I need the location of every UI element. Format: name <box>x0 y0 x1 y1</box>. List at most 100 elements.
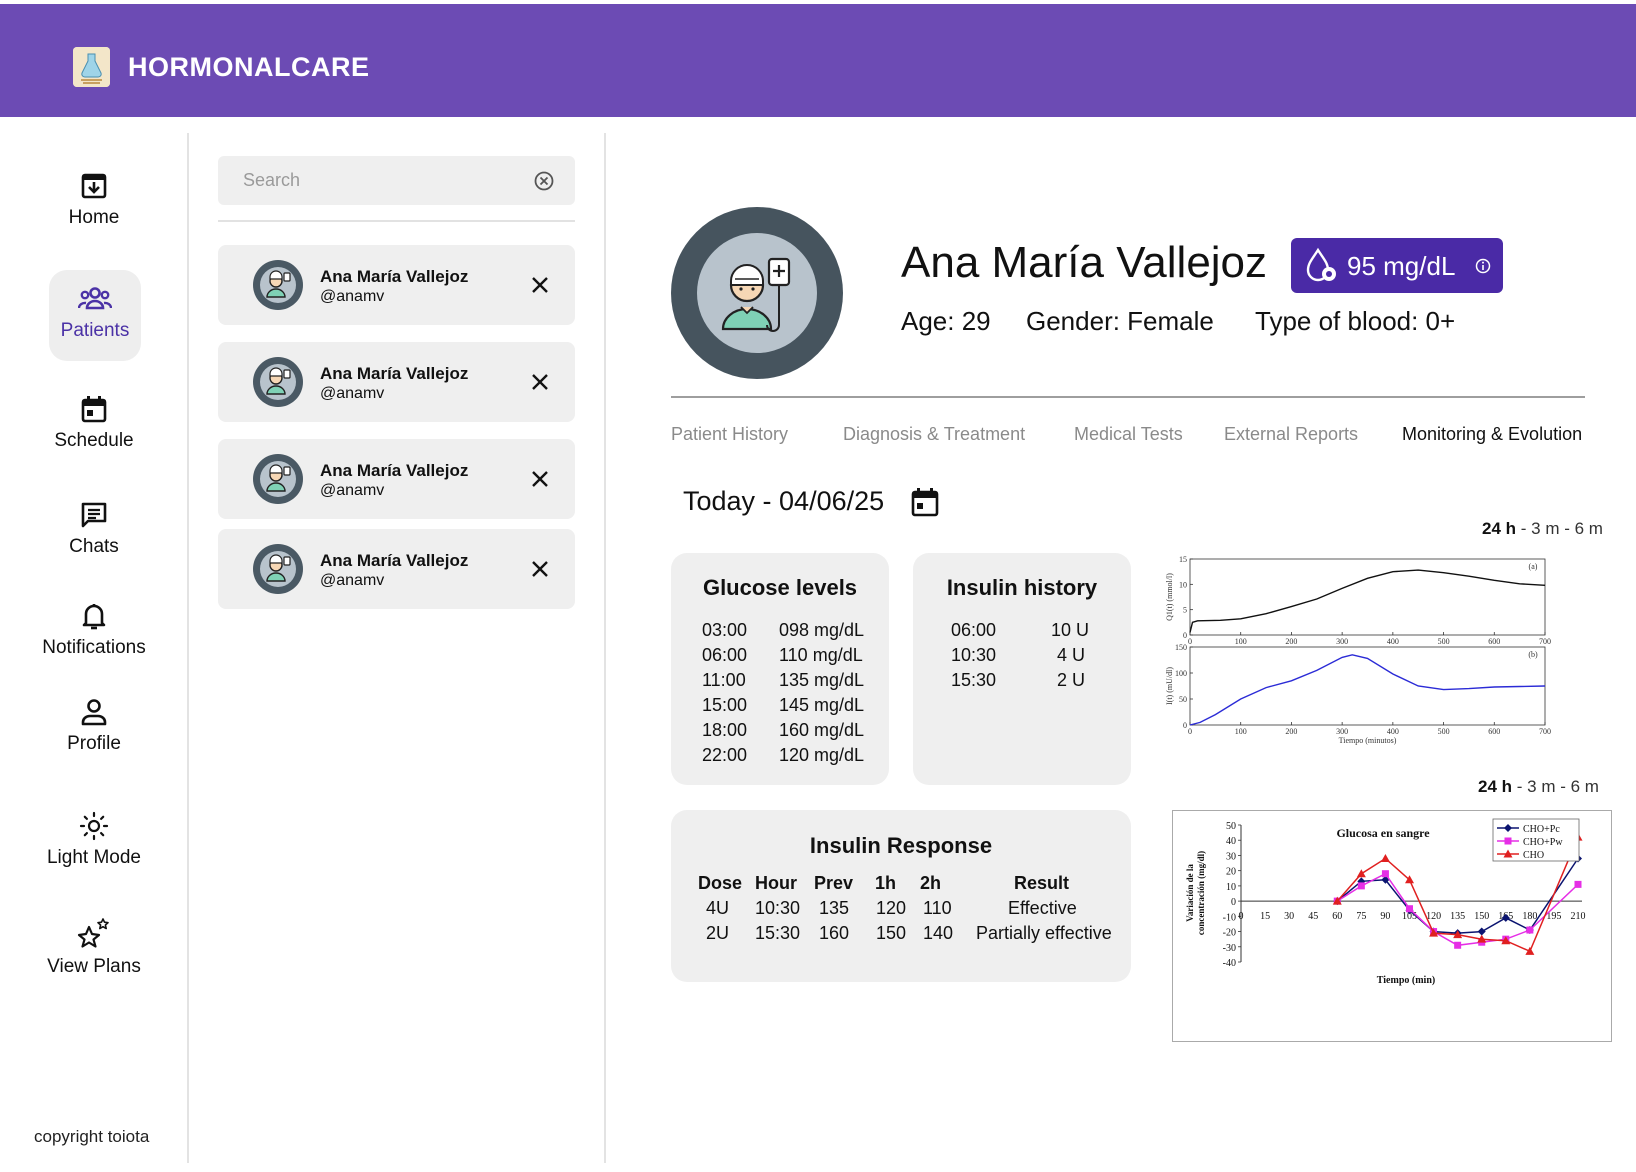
nav-label-schedule: Schedule <box>54 430 134 451</box>
chart-title: Glucosa en sangre <box>1336 826 1430 840</box>
patient-card[interactable]: Ana María Vallejoz @anamv <box>218 245 575 325</box>
x-axis-label: Tiempo (min) <box>1377 975 1435 986</box>
y-tick-label: 0 <box>1231 897 1236 908</box>
copyright-text: copyright toiota <box>34 1127 150 1146</box>
x-tick-label: 500 <box>1438 727 1450 736</box>
nav-item-schedule[interactable]: Schedule <box>14 394 174 452</box>
range-active[interactable]: 24 h <box>1478 777 1512 796</box>
range-selector[interactable]: 24 h - 3 m - 6 m <box>1478 777 1599 797</box>
close-icon[interactable] <box>530 275 550 295</box>
tab-monitoring-evolution[interactable]: Monitoring & Evolution <box>1402 424 1582 445</box>
series-line <box>1189 569 1546 633</box>
y-tick-label: 0 <box>1183 631 1187 640</box>
table-cell: 135 <box>819 898 850 918</box>
y-tick-label: 5 <box>1183 606 1187 615</box>
patient-card[interactable]: Ana María Vallejoz @anamv <box>218 529 575 609</box>
x-tick-label: 100 <box>1235 727 1247 736</box>
x-tick-label: 400 <box>1387 637 1399 646</box>
x-tick-label: 135 <box>1450 911 1465 922</box>
glucose-time: 03:00 <box>702 620 748 640</box>
avatar <box>253 454 303 504</box>
x-tick-label: 300 <box>1336 637 1348 646</box>
x-tick-label: 75 <box>1356 911 1366 922</box>
patient-handle: @anamv <box>320 572 385 589</box>
table-cell: 120 <box>876 898 907 918</box>
nav-label-notifications: Notifications <box>42 637 146 658</box>
patient-handle: @anamv <box>320 288 385 305</box>
x-tick-label: 90 <box>1380 911 1390 922</box>
close-icon[interactable] <box>530 469 550 489</box>
close-icon[interactable] <box>530 372 550 392</box>
close-icon[interactable] <box>530 559 550 579</box>
glucose-levels-title: Glucose levels <box>702 575 858 600</box>
x-tick-label: 100 <box>1235 637 1247 646</box>
range-options[interactable]: - 3 m - 6 m <box>1516 519 1603 538</box>
x-tick-label: 600 <box>1488 727 1500 736</box>
search-input[interactable] <box>218 156 518 205</box>
glucose-value: 135 mg/dL <box>779 670 865 690</box>
x-tick-label: 15 <box>1260 911 1270 922</box>
patient-avatar-icon <box>266 464 291 492</box>
range-active[interactable]: 24 h <box>1482 519 1516 538</box>
nav-item-light-mode[interactable]: Light Mode <box>14 811 174 869</box>
x-tick-label: 150 <box>1474 911 1489 922</box>
bell-icon <box>82 604 106 630</box>
clear-search-icon[interactable] <box>533 170 555 192</box>
flask-logo-icon <box>73 47 110 87</box>
app-logo[interactable] <box>73 47 110 87</box>
plot-frame <box>1189 558 1546 636</box>
patient-card[interactable]: Ana María Vallejoz @anamv <box>218 342 575 422</box>
x-tick-label: 700 <box>1539 637 1551 646</box>
calendar-icon[interactable] <box>911 487 939 517</box>
user-icon <box>81 699 107 726</box>
data-point <box>1526 926 1534 934</box>
x-tick-label: 30 <box>1284 911 1294 922</box>
nav-item-notifications[interactable]: Notifications <box>14 601 174 659</box>
blood-glucose-chart-svg: Glucosa en sangre50403020100-10-20-30-40… <box>1185 818 1586 986</box>
glucose-badge[interactable]: 95 mg/dL <box>1291 238 1503 293</box>
nav-item-home[interactable]: Home <box>14 171 174 229</box>
calendar-icon <box>81 396 107 423</box>
table-cell: 4U <box>706 898 730 918</box>
tab-external-reports[interactable]: External Reports <box>1224 424 1358 445</box>
data-point <box>1525 946 1535 955</box>
x-axis-label: Tiempo (minutos) <box>1339 736 1397 745</box>
column-header: Hour <box>755 873 797 893</box>
nav-item-view-plans[interactable]: View Plans <box>14 918 174 978</box>
patient-name-heading: Ana María Vallejoz <box>901 238 1268 287</box>
x-tick-label: 210 <box>1571 911 1586 922</box>
tab-medical-tests[interactable]: Medical Tests <box>1074 424 1183 445</box>
series-line <box>1189 654 1546 726</box>
patient-name: Ana María Vallejoz <box>320 461 469 480</box>
nav-item-chats[interactable]: Chats <box>14 500 174 558</box>
insulin-time: 15:30 <box>951 670 997 690</box>
x-tick-label: 300 <box>1336 727 1348 736</box>
table-cell: 110 <box>923 898 952 918</box>
y-tick-label: 150 <box>1175 643 1187 652</box>
y-tick-label: 40 <box>1226 836 1236 847</box>
header-divider <box>671 396 1585 398</box>
nav-item-patients[interactable]: Patients <box>49 270 141 361</box>
patient-handle: @anamv <box>320 482 385 499</box>
table-cell: 2U <box>706 923 730 943</box>
patient-card[interactable]: Ana María Vallejoz @anamv <box>218 439 575 519</box>
x-tick-label: 600 <box>1488 637 1500 646</box>
y-tick-label: 30 <box>1226 851 1236 862</box>
glucose-time: 06:00 <box>702 645 748 665</box>
info-icon[interactable] <box>1475 258 1491 274</box>
search-box <box>218 156 575 205</box>
range-options[interactable]: - 3 m - 6 m <box>1512 777 1599 796</box>
table-cell: Partially effective <box>976 923 1112 943</box>
range-selector[interactable]: 24 h - 3 m - 6 m <box>1482 519 1603 539</box>
tab-diagnosis-treatment[interactable]: Diagnosis & Treatment <box>843 424 1025 445</box>
y-axis-label: Q1(t) (mmol/l) <box>1165 573 1174 621</box>
x-tick-label: 200 <box>1285 727 1297 736</box>
model-chart-svg: 0 100 200 300 400 500 600 700051015(a)Q1(t) (mm… <box>1165 555 1551 745</box>
data-point <box>1504 837 1512 845</box>
tab-patient-history[interactable]: Patient History <box>671 424 788 445</box>
x-tick-label: 0 <box>1188 637 1192 646</box>
y-tick-label: -20 <box>1223 928 1236 939</box>
nav-item-profile[interactable]: Profile <box>14 697 174 755</box>
data-point <box>1356 869 1366 878</box>
insulin-history-title: Insulin history <box>946 575 1098 600</box>
